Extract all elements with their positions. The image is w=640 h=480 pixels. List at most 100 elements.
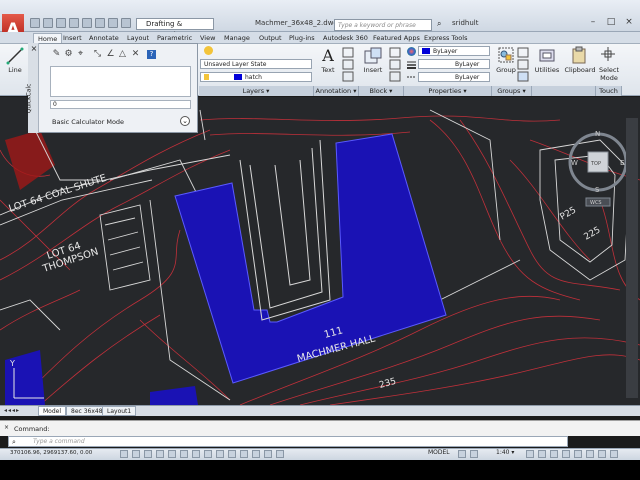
- selection-cycling-icon[interactable]: [276, 450, 284, 458]
- annotation-scale[interactable]: 1:40 ▾: [496, 449, 514, 456]
- hardware-acceleration-icon[interactable]: [574, 450, 582, 458]
- clipboard-label[interactable]: Clipboard: [564, 66, 596, 74]
- search-input[interactable]: Type a keyword or phrase: [334, 19, 432, 31]
- select-mode-label[interactable]: Select Mode: [596, 66, 622, 82]
- panel-annotation[interactable]: Annotation ▾: [314, 86, 359, 96]
- intersection-icon[interactable]: △: [118, 50, 127, 59]
- tab-plugins[interactable]: Plug-ins: [289, 33, 315, 44]
- 3d-object-snap-icon[interactable]: [192, 450, 200, 458]
- tab-output[interactable]: Output: [259, 33, 282, 44]
- polar-tracking-icon[interactable]: [168, 450, 176, 458]
- dynamic-input-icon[interactable]: [228, 450, 236, 458]
- close-icon[interactable]: ×: [30, 45, 38, 53]
- snap-mode-icon[interactable]: [132, 450, 140, 458]
- ortho-mode-icon[interactable]: [156, 450, 164, 458]
- tab-layout1[interactable]: Layout1: [102, 406, 137, 416]
- quickcalc-input[interactable]: 0: [50, 100, 191, 109]
- save-as-icon[interactable]: [69, 18, 79, 28]
- utilities-icon[interactable]: [538, 46, 556, 64]
- command-input[interactable]: Type a command: [8, 436, 568, 447]
- machmer-hall-building[interactable]: [174, 133, 447, 384]
- model-space-button[interactable]: MODEL: [428, 449, 450, 456]
- infer-constraints-icon[interactable]: [120, 450, 128, 458]
- quick-properties-icon[interactable]: [264, 450, 272, 458]
- transparency-icon[interactable]: [252, 450, 260, 458]
- status-bar-menu-icon[interactable]: [598, 450, 606, 458]
- save-icon[interactable]: [56, 18, 66, 28]
- open-file-icon[interactable]: [43, 18, 53, 28]
- intersection-lines-icon[interactable]: ✕: [131, 50, 140, 59]
- quick-view-drawings-icon[interactable]: [470, 450, 478, 458]
- isolate-objects-icon[interactable]: [586, 450, 594, 458]
- grid-display-icon[interactable]: [144, 450, 152, 458]
- lineweight-toggle-icon[interactable]: [240, 450, 248, 458]
- clear-icon[interactable]: ✎: [52, 50, 61, 59]
- lineweight-select[interactable]: ByLayer: [418, 59, 490, 69]
- help-icon[interactable]: ?: [147, 50, 156, 59]
- drawing-canvas[interactable]: LOT 64 COAL SHUTE LOT 64 THOMPSON 111 MA…: [0, 97, 640, 405]
- get-coordinates-icon[interactable]: ⌖: [76, 50, 85, 59]
- basic-calculator-mode-label[interactable]: Basic Calculator Mode: [52, 118, 124, 126]
- panel-properties[interactable]: Properties ▾: [404, 86, 492, 96]
- angle-icon[interactable]: ∠: [106, 50, 115, 59]
- line-icon[interactable]: [4, 46, 26, 66]
- linetype-select[interactable]: ByLayer: [418, 72, 490, 82]
- block-tools-icon[interactable]: [389, 47, 401, 83]
- tab-featured-apps[interactable]: Featured Apps: [373, 33, 420, 44]
- panel-layers[interactable]: Layers ▾: [199, 86, 314, 96]
- redo-icon[interactable]: [108, 18, 118, 28]
- utilities-label[interactable]: Utilities: [533, 66, 561, 74]
- clean-screen-icon[interactable]: [610, 450, 618, 458]
- color-select[interactable]: ByLayer: [418, 46, 490, 56]
- text-label[interactable]: Text: [316, 66, 340, 74]
- quickcalc-title-strip[interactable]: QuickCalc: [25, 43, 39, 133]
- group-icon[interactable]: [497, 46, 515, 64]
- user-name[interactable]: sridhult: [452, 19, 478, 27]
- layer-select[interactable]: hatch: [200, 72, 312, 82]
- object-snap-icon[interactable]: [180, 450, 188, 458]
- navigation-bar[interactable]: [626, 118, 638, 398]
- lock-icon[interactable]: [562, 450, 570, 458]
- tab-autodesk-360[interactable]: Autodesk 360: [323, 33, 368, 44]
- layout-nav-arrows[interactable]: ◂◂◂▸: [4, 406, 34, 416]
- group-tools-icon[interactable]: [517, 47, 529, 83]
- panel-block[interactable]: Block ▾: [359, 86, 404, 96]
- tab-view[interactable]: View: [200, 33, 215, 44]
- distance-icon[interactable]: ⤡: [93, 50, 102, 59]
- tab-model[interactable]: Model: [38, 406, 67, 416]
- undo-icon[interactable]: [95, 18, 105, 28]
- insert-label[interactable]: Insert: [360, 66, 386, 74]
- command-search-icon[interactable]: ⌕: [12, 438, 20, 446]
- panel-groups[interactable]: Groups ▾: [492, 86, 532, 96]
- binoculars-icon[interactable]: ⌕: [437, 19, 447, 30]
- text-icon[interactable]: A: [318, 46, 338, 65]
- line-label[interactable]: Line: [4, 66, 26, 74]
- workspace-selector[interactable]: Drafting & Annotation: [136, 18, 214, 39]
- close-button[interactable]: ×: [622, 16, 636, 28]
- annotation-visibility-icon[interactable]: [526, 450, 534, 458]
- clear-history-icon[interactable]: ⚙: [64, 50, 73, 59]
- layer-properties-icon[interactable]: [204, 46, 213, 55]
- layer-state-select[interactable]: Unsaved Layer State: [200, 59, 312, 69]
- auto-scale-icon[interactable]: [538, 450, 546, 458]
- panel-touch[interactable]: Touch: [596, 86, 622, 96]
- new-file-icon[interactable]: [30, 18, 40, 28]
- coordinates-readout[interactable]: 370106.96, 2969137.60, 0.00: [10, 450, 92, 456]
- group-label[interactable]: Group: [494, 66, 518, 74]
- insert-block-icon[interactable]: [363, 46, 383, 66]
- dimension-tools-icon[interactable]: [342, 47, 354, 83]
- workspace-switching-icon[interactable]: [550, 450, 558, 458]
- qat-dropdown-icon[interactable]: [121, 18, 131, 28]
- command-close-icon[interactable]: ×: [4, 424, 10, 434]
- clipboard-icon[interactable]: [570, 46, 588, 64]
- match-properties-icon[interactable]: [407, 47, 416, 56]
- tab-express-tools[interactable]: Express Tools: [424, 33, 467, 44]
- select-mode-icon[interactable]: [600, 46, 616, 62]
- minimize-button[interactable]: –: [586, 16, 600, 28]
- exchange-icon[interactable]: [490, 18, 500, 28]
- expand-chevron-icon[interactable]: ⌄: [180, 116, 190, 126]
- tab-manage[interactable]: Manage: [224, 33, 250, 44]
- object-snap-tracking-icon[interactable]: [204, 450, 212, 458]
- maximize-button[interactable]: □: [604, 16, 618, 28]
- plot-icon[interactable]: [82, 18, 92, 28]
